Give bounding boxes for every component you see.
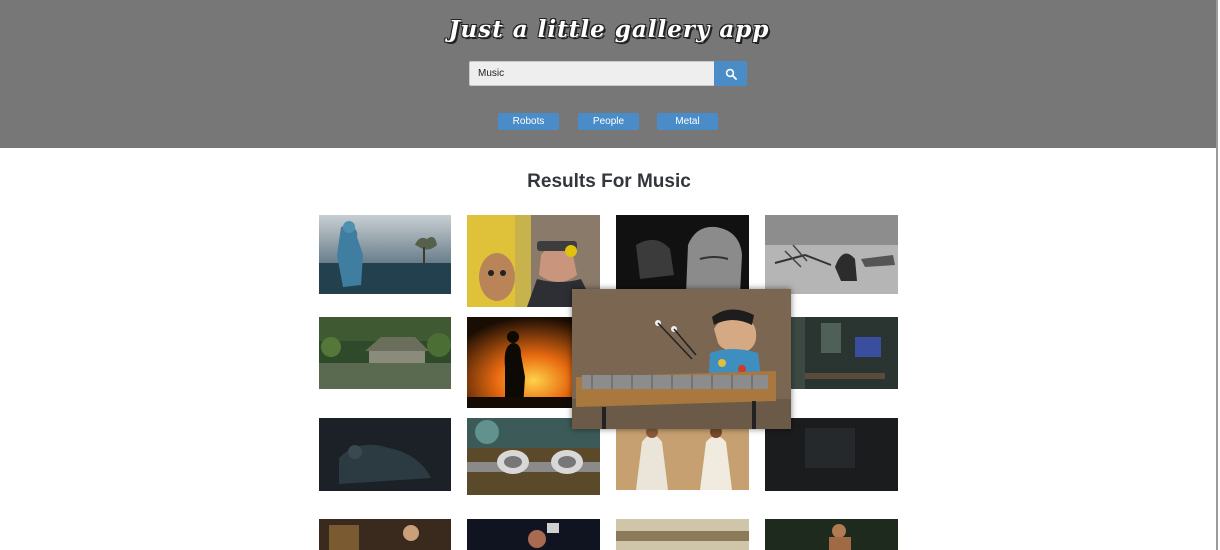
nav-people-button[interactable]: People — [578, 113, 639, 130]
gallery-thumbnail-13[interactable] — [319, 519, 451, 550]
search-input[interactable] — [469, 61, 715, 86]
search-form — [469, 61, 747, 86]
gallery-thumbnail-14[interactable] — [467, 519, 600, 550]
nav-robots-button[interactable]: Robots — [498, 113, 559, 130]
nav-metal-button[interactable]: Metal — [657, 113, 718, 130]
search-icon — [725, 68, 737, 80]
search-button[interactable] — [714, 61, 747, 86]
gallery-thumbnail-4[interactable] — [765, 215, 898, 294]
gallery-thumbnail-3[interactable] — [616, 215, 749, 294]
gallery-thumbnail-16[interactable] — [765, 519, 898, 550]
gallery-thumbnail-15[interactable] — [616, 519, 749, 550]
app-title: Just a little gallery app — [448, 16, 770, 43]
results-heading: Results For Music — [527, 171, 691, 192]
gallery-thumbnail-5[interactable] — [319, 317, 451, 389]
gallery-thumbnail-7-enlarged[interactable] — [572, 289, 791, 429]
gallery-thumbnail-9[interactable] — [319, 418, 451, 491]
category-nav: Robots People Metal — [0, 113, 1218, 131]
gallery-thumbnail-10[interactable] — [467, 418, 600, 495]
gallery-thumbnail-1[interactable] — [319, 215, 451, 294]
header: Just a little gallery app Robots People … — [0, 0, 1218, 148]
